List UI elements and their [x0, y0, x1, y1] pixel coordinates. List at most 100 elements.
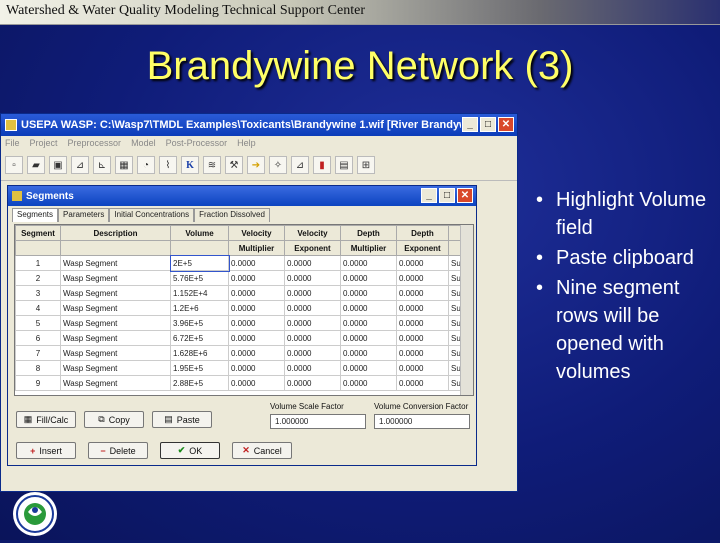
table-cell[interactable]: 2.88E+5	[170, 375, 229, 391]
table-cell[interactable]: 0.0000	[340, 315, 397, 331]
open-icon[interactable]: ▰	[27, 156, 45, 174]
col-header[interactable]: Volume	[170, 225, 229, 241]
table-cell[interactable]: 0.0000	[284, 300, 341, 316]
table-cell[interactable]: 0.0000	[228, 300, 285, 316]
table-cell[interactable]: 0.0000	[228, 345, 285, 361]
table-cell[interactable]: 3	[15, 285, 61, 301]
table-cell[interactable]: 0.0000	[284, 255, 341, 271]
table-cell[interactable]: Wasp Segment	[60, 345, 171, 361]
grid-icon[interactable]: ▦	[115, 156, 133, 174]
table-cell[interactable]: 2E+5	[169, 254, 230, 272]
table-cell[interactable]: Wasp Segment	[60, 360, 171, 376]
table-cell[interactable]: 0.0000	[284, 270, 341, 286]
new-icon[interactable]: ▫	[5, 156, 23, 174]
menu-model[interactable]: Model	[131, 138, 156, 148]
data-icon[interactable]: ▤	[335, 156, 353, 174]
segments-close-icon[interactable]: ✕	[457, 188, 473, 203]
network-icon[interactable]: ▮	[313, 156, 331, 174]
table-cell[interactable]: 8	[15, 360, 61, 376]
table-row[interactable]: 1 Wasp Segment 2E+5 0.0000 0.0000 0.0000 0.000…	[15, 254, 467, 272]
menu-help[interactable]: Help	[237, 138, 256, 148]
segments-maximize-icon[interactable]: □	[439, 188, 455, 203]
col-header[interactable]: Depth	[396, 225, 449, 241]
table-cell[interactable]: 0.0000	[228, 315, 285, 331]
table-cell[interactable]: 1	[15, 255, 61, 271]
copy-button[interactable]: ⧉ Copy	[84, 411, 144, 428]
chart-icon[interactable]: ⊿	[71, 156, 89, 174]
col-header[interactable]: Velocity	[228, 225, 285, 241]
menu-project[interactable]: Project	[30, 138, 58, 148]
table-cell[interactable]: 2	[15, 270, 61, 286]
plot-icon[interactable]: ⌇	[159, 156, 177, 174]
rate-icon[interactable]: ≋	[203, 156, 221, 174]
col-header[interactable]: Segment	[15, 225, 61, 241]
table-cell[interactable]: Wasp Segment	[60, 330, 171, 346]
table-cell[interactable]: 3.96E+5	[170, 315, 229, 331]
table-cell[interactable]: 6	[15, 330, 61, 346]
table-cell[interactable]: Wasp Segment	[60, 270, 171, 286]
table-cell[interactable]: 0.0000	[396, 330, 449, 346]
menu-postprocessor[interactable]: Post-Processor	[166, 138, 228, 148]
table-cell[interactable]: 0.0000	[228, 330, 285, 346]
menu-file[interactable]: File	[5, 138, 20, 148]
graph2-icon[interactable]: ⊿	[291, 156, 309, 174]
delete-button[interactable]: − Delete	[88, 442, 148, 459]
table-cell[interactable]: 0.0000	[284, 330, 341, 346]
col-header[interactable]: Description	[60, 225, 171, 241]
vertical-scrollbar[interactable]	[460, 225, 473, 395]
table-cell[interactable]: Wasp Segment	[60, 300, 171, 316]
menu-preprocessor[interactable]: Preprocessor	[68, 138, 122, 148]
maximize-icon[interactable]: □	[480, 117, 496, 132]
close-icon[interactable]: ✕	[498, 117, 514, 132]
tab-initial-concentrations[interactable]: Initial Concentrations	[109, 208, 195, 222]
table-cell[interactable]: 0.0000	[396, 345, 449, 361]
table-cell[interactable]: 0.0000	[284, 360, 341, 376]
table-cell[interactable]: 0.0000	[340, 255, 397, 271]
table-cell[interactable]: 0.0000	[228, 375, 285, 391]
table-cell[interactable]: 0.0000	[340, 300, 397, 316]
table-cell[interactable]: 1.152E+4	[170, 285, 229, 301]
segments-title-bar[interactable]: Segments _ □ ✕	[8, 186, 476, 206]
table-cell[interactable]: 0.0000	[340, 375, 397, 391]
table-cell[interactable]: 1.95E+5	[170, 360, 229, 376]
tab-fraction-dissolved[interactable]: Fraction Dissolved	[194, 208, 270, 222]
ok-button[interactable]: ✔ OK	[160, 442, 220, 459]
k-icon[interactable]: K	[181, 156, 199, 174]
table-cell[interactable]: 0.0000	[340, 270, 397, 286]
table-row[interactable]: 9 Wasp Segment 2.88E+5 0.0000 0.0000 0.0000 0.…	[15, 375, 467, 391]
wasp-title-bar[interactable]: USEPA WASP: C:\Wasp7\TMDL Examples\Toxic…	[1, 114, 517, 136]
table-cell[interactable]: 0.0000	[228, 360, 285, 376]
table-cell[interactable]: 5	[15, 315, 61, 331]
table-cell[interactable]: 0.0000	[340, 360, 397, 376]
table-cell[interactable]: 0.0000	[396, 375, 449, 391]
col-header[interactable]: Depth	[340, 225, 397, 241]
table-row[interactable]: 3 Wasp Segment 1.152E+4 0.0000 0.0000 0.0000 0…	[15, 285, 467, 301]
paste-button[interactable]: ▤ Paste	[152, 411, 212, 428]
tab-segments[interactable]: Segments	[12, 208, 59, 222]
graph-icon[interactable]: ⊾	[93, 156, 111, 174]
table-cell[interactable]: 0.0000	[340, 285, 397, 301]
table-cell[interactable]: 0.0000	[340, 345, 397, 361]
table-row[interactable]: 5 Wasp Segment 3.96E+5 0.0000 0.0000 0.0000 0.…	[15, 315, 467, 331]
table-cell[interactable]: 7	[15, 345, 61, 361]
fill-calc-button[interactable]: ▦ Fill/Calc	[16, 411, 76, 428]
cancel-button[interactable]: ✕ Cancel	[232, 442, 292, 459]
table-cell[interactable]: 0.0000	[396, 255, 449, 271]
chart2-icon[interactable]: ⊞	[357, 156, 375, 174]
table-cell[interactable]: 0.0000	[284, 315, 341, 331]
tab-parameters[interactable]: Parameters	[58, 208, 110, 222]
table-cell[interactable]: Wasp Segment	[60, 375, 171, 391]
tools-icon[interactable]: ⚒	[225, 156, 243, 174]
table-cell[interactable]: 0.0000	[228, 255, 285, 271]
table-cell[interactable]: 0.0000	[284, 285, 341, 301]
table-cell[interactable]: 0.0000	[228, 285, 285, 301]
table-cell[interactable]: 0.0000	[284, 375, 341, 391]
wand-icon[interactable]: ✧	[269, 156, 287, 174]
table-cell[interactable]: Wasp Segment	[60, 285, 171, 301]
table-row[interactable]: 2 Wasp Segment 5.76E+5 0.0000 0.0000 0.0000 0.…	[15, 270, 467, 286]
insert-button[interactable]: + Insert	[16, 442, 76, 459]
table-cell[interactable]: Wasp Segment	[60, 255, 171, 271]
arrow-icon[interactable]: ➔	[247, 156, 265, 174]
table-cell[interactable]: 5.76E+5	[170, 270, 229, 286]
col-header[interactable]: Velocity	[284, 225, 341, 241]
